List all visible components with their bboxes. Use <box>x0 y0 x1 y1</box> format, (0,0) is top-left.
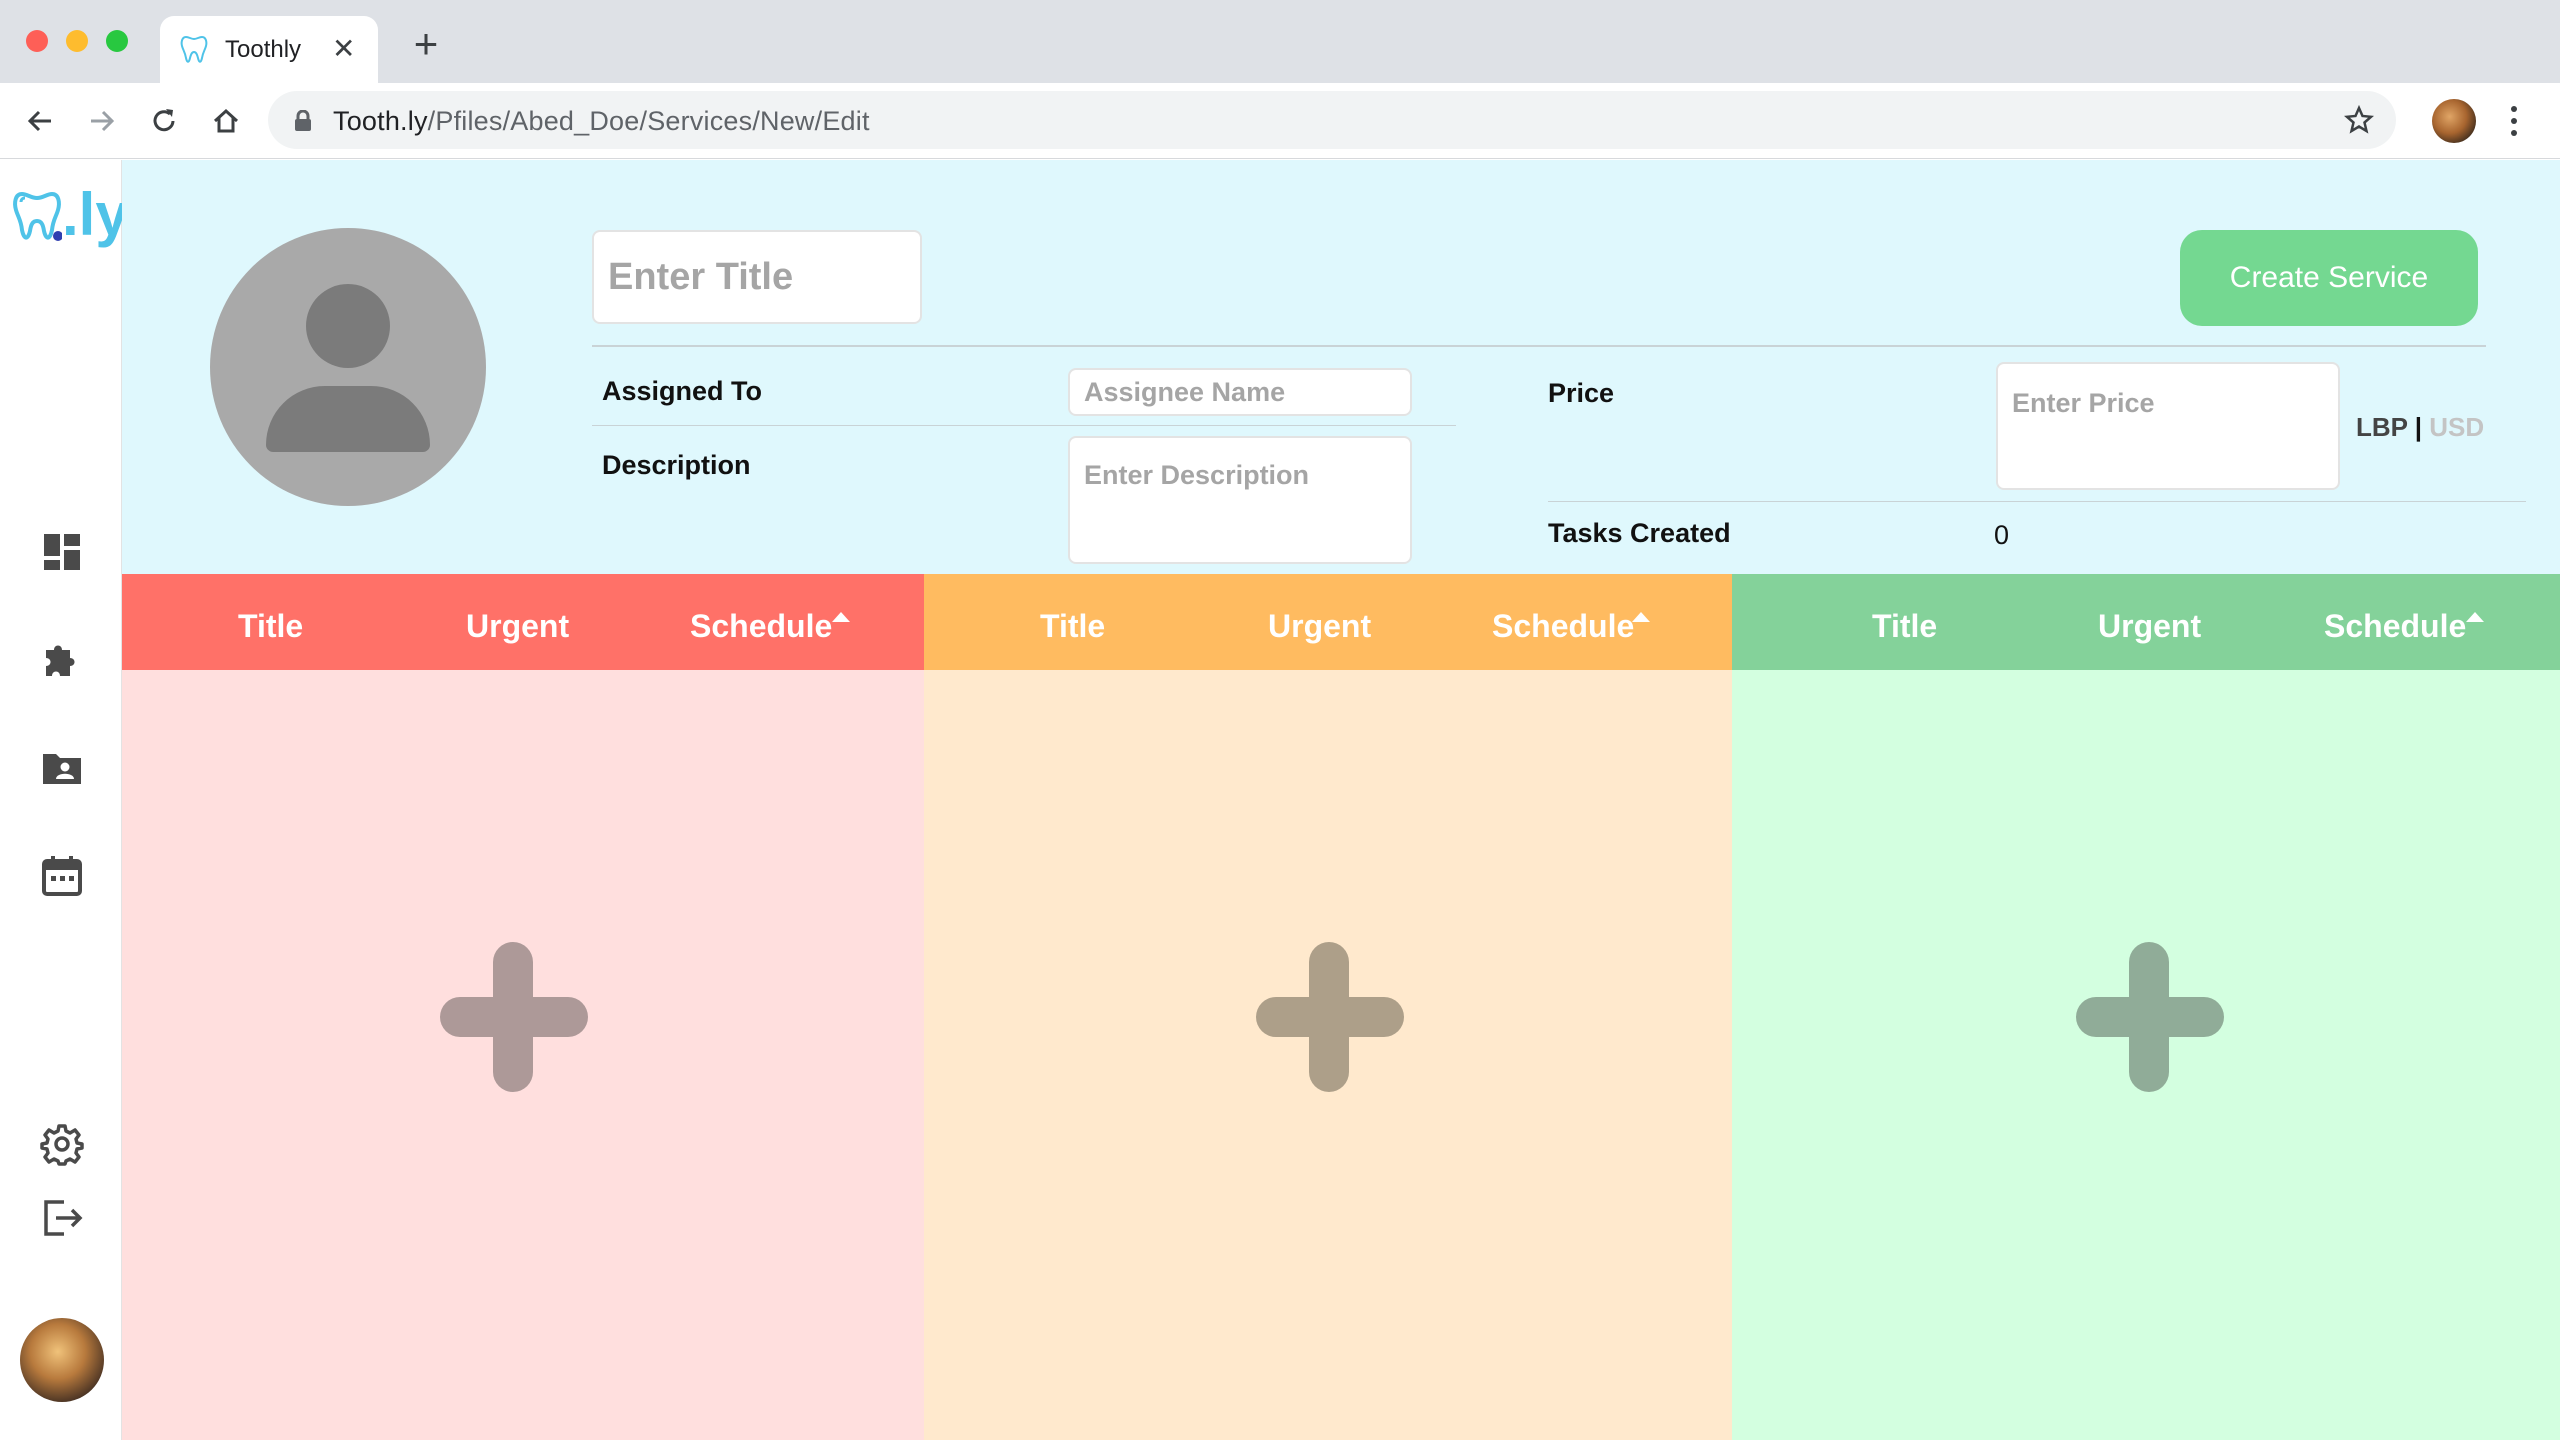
plus-icon-bar <box>1256 997 1404 1037</box>
sidebar: .ly <box>0 160 129 1440</box>
column-urgent-header[interactable]: Urgent <box>466 608 569 645</box>
price-input[interactable] <box>1998 364 2338 488</box>
tab-close-icon[interactable]: ✕ <box>332 32 355 65</box>
new-tab-button[interactable]: + <box>406 23 446 66</box>
sort-ascending-icon[interactable] <box>1632 612 1650 622</box>
assigned-to-label: Assigned To <box>602 376 763 406</box>
calendar-icon <box>42 856 82 896</box>
home-icon <box>213 108 239 133</box>
column-title-header[interactable]: Title <box>1872 608 1937 645</box>
browser-menu-icon[interactable] <box>2504 103 2524 139</box>
column-schedule-header[interactable]: Schedule <box>690 608 832 645</box>
gear-icon <box>40 1124 84 1166</box>
arrow-left-icon <box>27 110 51 132</box>
assignee-input-box <box>1068 368 1412 416</box>
description-input-box <box>1068 436 1412 564</box>
plus-icon-bar <box>2076 997 2224 1037</box>
column-urgent-header[interactable]: Urgent <box>2098 608 2201 645</box>
avatar-body-shape <box>266 386 430 452</box>
toothly-logo[interactable]: .ly <box>12 181 129 248</box>
browser-titlebar: Toothly ✕ + <box>0 0 2560 83</box>
sort-ascending-icon[interactable] <box>832 612 850 622</box>
tasks-created-label: Tasks Created <box>1548 518 1731 548</box>
browser-tab[interactable]: Toothly ✕ <box>160 16 378 83</box>
avatar-head-shape <box>306 284 390 368</box>
dashboard-icon <box>44 534 80 570</box>
description-label: Description <box>602 450 751 480</box>
lock-icon <box>295 110 311 131</box>
create-service-button[interactable]: Create Service <box>2180 230 2478 326</box>
column-header: Title Urgent Schedule <box>122 574 924 670</box>
tooth-icon <box>180 35 208 63</box>
tasks-created-value: 0 <box>1994 520 2010 550</box>
price-divider <box>1548 501 2526 502</box>
tooth-icon <box>13 191 62 241</box>
column-title-header[interactable]: Title <box>1040 608 1105 645</box>
service-form-header: Create Service Assigned To Description P… <box>122 160 2560 574</box>
currency-separator: | <box>2414 412 2423 442</box>
column-title-header[interactable]: Title <box>238 608 303 645</box>
puzzle-icon <box>46 645 75 676</box>
task-column-2: Title Urgent Schedule <box>924 574 1732 1440</box>
currency-usd-option[interactable]: USD <box>2429 412 2484 442</box>
reload-icon <box>153 109 175 132</box>
bookmark-star-icon[interactable] <box>2344 105 2374 135</box>
column-header: Title Urgent Schedule <box>1732 574 2560 670</box>
assignee-input[interactable] <box>1070 370 1410 414</box>
sidebar-item-calendar[interactable] <box>40 854 84 898</box>
column-urgent-header[interactable]: Urgent <box>1268 608 1371 645</box>
add-task-button[interactable] <box>440 942 588 1092</box>
sort-ascending-icon[interactable] <box>2466 612 2484 622</box>
add-task-button[interactable] <box>1256 942 1404 1092</box>
forward-button[interactable] <box>82 101 122 141</box>
minimize-window-button[interactable] <box>66 30 88 52</box>
address-bar[interactable]: Tooth.ly/Pfiles/Abed_Doe/Services/New/Ed… <box>268 91 2396 149</box>
browser-toolbar: Tooth.ly/Pfiles/Abed_Doe/Services/New/Ed… <box>0 83 2560 159</box>
column-body <box>924 670 1732 1440</box>
logo-text: .ly <box>62 181 129 248</box>
price-label: Price <box>1548 378 1615 408</box>
browser-profile-avatar[interactable] <box>2432 99 2476 143</box>
user-avatar[interactable] <box>20 1318 104 1402</box>
sidebar-item-logout[interactable] <box>40 1196 84 1240</box>
maximize-window-button[interactable] <box>106 30 128 52</box>
price-input-box <box>1996 362 2340 490</box>
logout-icon <box>44 1200 83 1236</box>
home-button[interactable] <box>206 101 246 141</box>
column-body <box>1732 670 2560 1440</box>
reload-button[interactable] <box>144 101 184 141</box>
column-schedule-header[interactable]: Schedule <box>2324 608 2466 645</box>
title-input-box <box>592 230 922 324</box>
sidebar-item-settings[interactable] <box>40 1122 84 1166</box>
task-column-3: Title Urgent Schedule <box>1732 574 2560 1440</box>
description-input[interactable] <box>1070 438 1410 562</box>
sidebar-item-dashboard[interactable] <box>40 530 84 574</box>
column-header: Title Urgent Schedule <box>924 574 1732 670</box>
service-avatar-placeholder[interactable] <box>210 228 486 506</box>
back-button[interactable] <box>20 101 60 141</box>
currency-toggle: LBP | USD <box>2356 412 2484 443</box>
header-divider <box>592 345 2486 347</box>
currency-lbp-option[interactable]: LBP <box>2356 412 2408 442</box>
plus-icon-bar <box>440 997 588 1037</box>
close-window-button[interactable] <box>26 30 48 52</box>
column-body <box>122 670 924 1440</box>
url-text: Tooth.ly/Pfiles/Abed_Doe/Services/New/Ed… <box>333 106 870 136</box>
task-column-1: Title Urgent Schedule <box>122 574 924 1440</box>
add-task-button[interactable] <box>2076 942 2224 1092</box>
sidebar-item-patients[interactable] <box>40 746 84 790</box>
patient-folder-icon <box>43 754 81 784</box>
tab-title: Toothly <box>225 36 302 63</box>
sidebar-item-services[interactable] <box>40 638 84 682</box>
assigned-divider <box>592 425 1456 426</box>
arrow-right-icon <box>91 110 115 132</box>
column-schedule-header[interactable]: Schedule <box>1492 608 1634 645</box>
title-input[interactable] <box>594 232 920 322</box>
